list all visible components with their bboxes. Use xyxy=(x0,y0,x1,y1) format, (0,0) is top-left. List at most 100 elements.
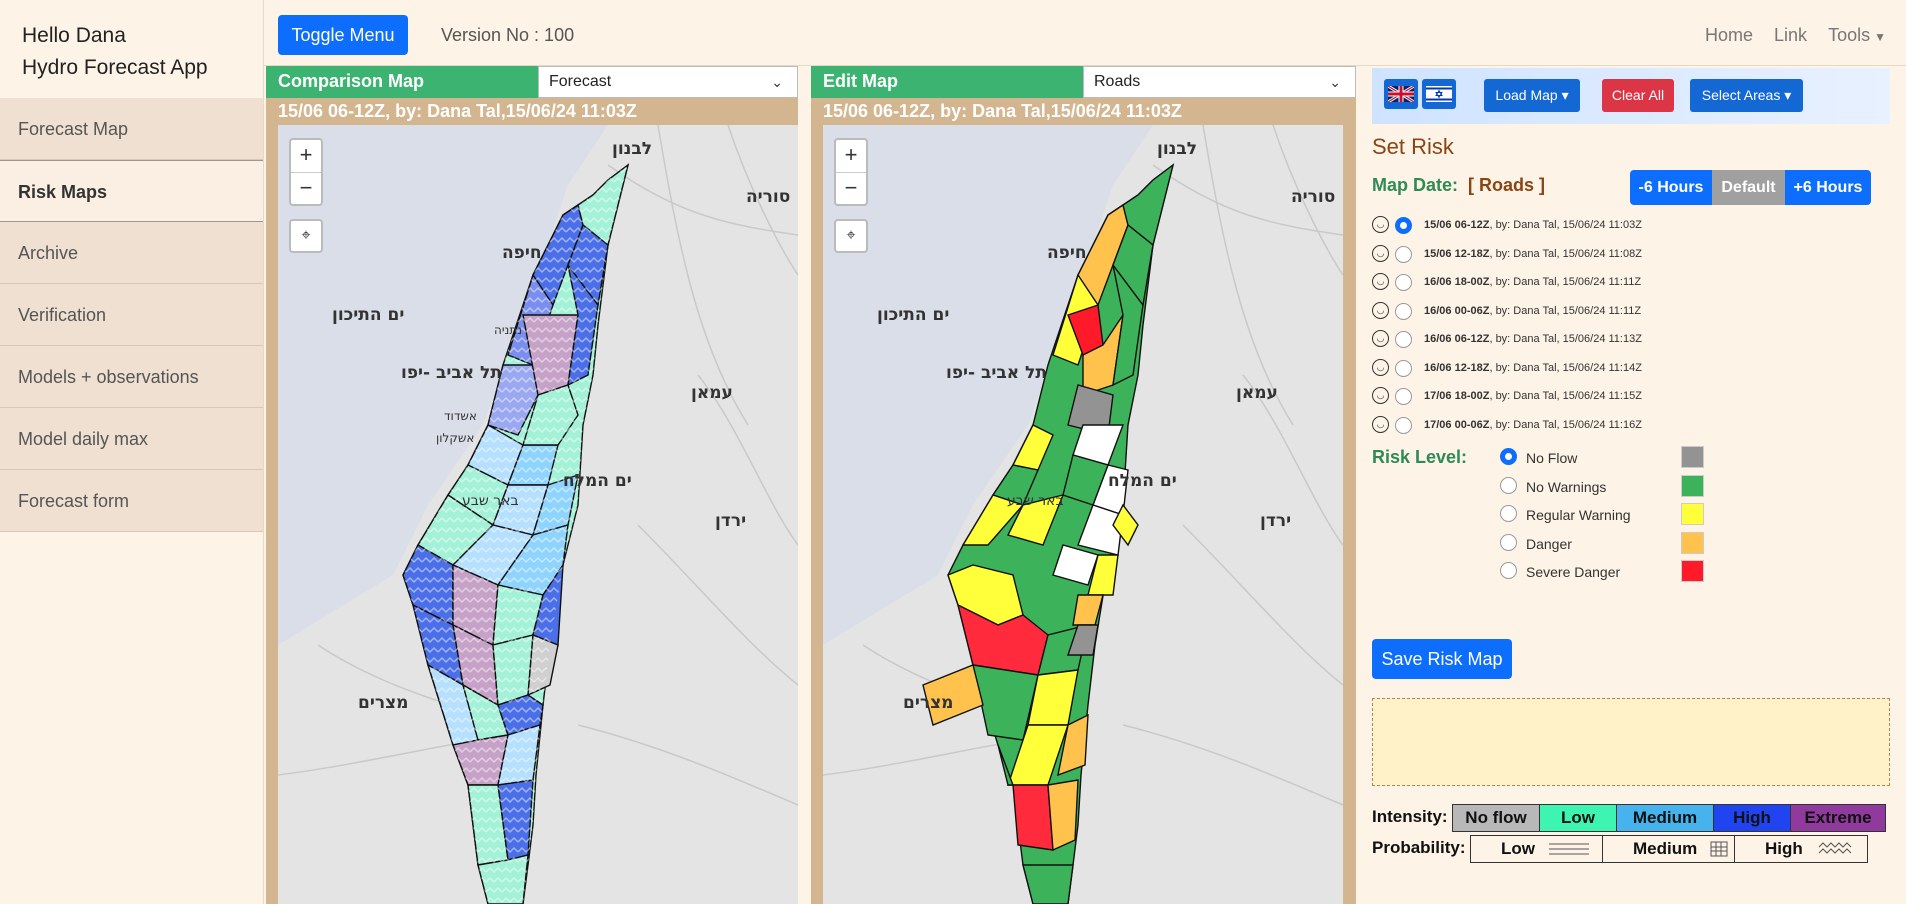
sidebar-item-models-observations[interactable]: Models + observations xyxy=(0,346,263,408)
toggle-menu-button[interactable]: Toggle Menu xyxy=(278,15,408,55)
label-egypt: מצרים xyxy=(358,693,409,713)
nav-link-link[interactable]: Link xyxy=(1774,25,1807,45)
map-author: , by: Dana Tal, 15/06/24 11:16Z xyxy=(1489,418,1642,431)
smiley-icon[interactable]: ◡ xyxy=(1372,387,1389,404)
greeting-user: Hello Dana xyxy=(22,24,126,47)
map-list-item[interactable]: ◡ 16/06 18-00Z, by: Dana Tal, 15/06/24 11… xyxy=(1372,269,1772,298)
map-date: 15/06 xyxy=(1424,219,1452,231)
sidebar-item-forecast-map[interactable]: Forecast Map xyxy=(0,98,263,160)
probability-text: Low xyxy=(1501,839,1535,858)
sidebar-item-verification[interactable]: Verification xyxy=(0,284,263,346)
intensity-legend: No flow Low Medium High Extreme xyxy=(1452,804,1886,832)
map-date-value: [ Roads ] xyxy=(1468,175,1546,195)
tools-label: Tools xyxy=(1828,25,1871,45)
risk-radio[interactable] xyxy=(1500,562,1517,579)
map-author: , by: Dana Tal, 15/06/24 11:14Z xyxy=(1489,361,1642,374)
risk-level-option[interactable]: Regular Warning xyxy=(1500,503,1760,532)
default-hours-button[interactable]: Default xyxy=(1712,170,1785,205)
plus-6-hours-button[interactable]: +6 Hours xyxy=(1785,170,1871,205)
map-date: 16/06 xyxy=(1424,333,1452,345)
map-radio[interactable] xyxy=(1395,274,1412,291)
comparison-map[interactable]: + − ⌖ לבנון סוריה חיפה ים התיכון נתניה ת… xyxy=(278,125,798,904)
sidebar-item-model-daily-max[interactable]: Model daily max xyxy=(0,408,263,470)
nav-tools-dropdown[interactable]: Tools ▼ xyxy=(1828,25,1886,45)
smiley-icon[interactable]: ◡ xyxy=(1372,273,1389,290)
sidebar-item-risk-maps[interactable]: Risk Maps xyxy=(0,160,263,222)
map-list-text: 15/06 06-12Z, by: Dana Tal, 15/06/24 11:… xyxy=(1424,219,1642,231)
zoom-out-button[interactable]: − xyxy=(836,172,866,204)
locate-icon[interactable]: ⌖ xyxy=(834,219,868,253)
map-list-item[interactable]: ◡ 16/06 06-12Z, by: Dana Tal, 15/06/24 11… xyxy=(1372,326,1772,355)
risk-level-option[interactable]: Severe Danger xyxy=(1500,560,1760,589)
sidebar: Hello Dana Hydro Forecast App Forecast M… xyxy=(0,0,264,904)
comparison-map-title: Comparison Map xyxy=(266,66,538,98)
map-list-item[interactable]: ◡ 17/06 18-00Z, by: Dana Tal, 15/06/24 11… xyxy=(1372,383,1772,412)
map-radio[interactable] xyxy=(1395,331,1412,348)
smiley-icon[interactable]: ◡ xyxy=(1372,330,1389,347)
smiley-icon[interactable]: ◡ xyxy=(1372,216,1389,233)
select-areas-dropdown[interactable]: Select Areas ▾ xyxy=(1690,79,1803,112)
risk-level-option[interactable]: Danger xyxy=(1500,531,1760,561)
israel-flag-icon xyxy=(1426,86,1452,102)
map-date: 17/06 xyxy=(1424,390,1452,402)
map-list-item[interactable]: ◡ 17/06 00-06Z, by: Dana Tal, 15/06/24 11… xyxy=(1372,412,1772,441)
map-radio[interactable] xyxy=(1395,359,1412,377)
version-label: Version No : 100 xyxy=(441,25,575,45)
load-map-dropdown[interactable]: Load Map ▾ xyxy=(1484,79,1580,112)
risk-level-option[interactable]: No Warnings xyxy=(1500,474,1760,504)
map-radio[interactable] xyxy=(1395,302,1412,320)
risk-level-text: No Flow xyxy=(1526,450,1578,466)
risk-radio[interactable] xyxy=(1500,505,1517,522)
label-sea: ים התיכון xyxy=(877,305,950,325)
probability-cell: Medium xyxy=(1603,836,1735,862)
english-flag-button[interactable] xyxy=(1384,79,1418,109)
risk-radio[interactable] xyxy=(1500,476,1517,494)
map-author: , by: Dana Tal, 15/06/24 11:08Z xyxy=(1489,247,1642,260)
edit-map[interactable]: + − ⌖ לבנון סוריה חיפה ים התיכון תל אביב… xyxy=(823,125,1343,904)
smiley-icon[interactable]: ◡ xyxy=(1372,415,1389,433)
label-deadsea: ים המלח xyxy=(1108,471,1177,491)
save-risk-map-button[interactable]: Save Risk Map xyxy=(1372,639,1512,679)
comparison-select-value: Forecast xyxy=(549,73,612,90)
map-list-item[interactable]: ◡ 16/06 00-06Z, by: Dana Tal, 15/06/24 11… xyxy=(1372,298,1772,327)
smiley-icon[interactable]: ◡ xyxy=(1372,244,1389,262)
controls-toolbar: Load Map ▾ Clear All Select Areas ▾ xyxy=(1372,68,1890,124)
label-beersheva: באר שבע xyxy=(1007,493,1064,509)
hebrew-flag-button[interactable] xyxy=(1422,79,1456,109)
map-date: 15/06 xyxy=(1424,247,1452,260)
map-list-item[interactable]: ◡ 16/06 12-18Z, by: Dana Tal, 15/06/24 11… xyxy=(1372,355,1772,384)
clear-all-button[interactable]: Clear All xyxy=(1602,79,1674,112)
smiley-icon[interactable]: ◡ xyxy=(1372,301,1389,319)
map-list-text: 16/06 12-18Z, by: Dana Tal, 15/06/24 11:… xyxy=(1424,362,1642,374)
map-radio[interactable] xyxy=(1395,388,1412,405)
map-range: 18-00Z xyxy=(1454,390,1490,402)
zoom-in-button[interactable]: + xyxy=(291,140,321,172)
nav-home-link[interactable]: Home xyxy=(1705,25,1753,45)
sidebar-item-archive[interactable]: Archive xyxy=(0,222,263,284)
smiley-icon[interactable]: ◡ xyxy=(1372,358,1389,376)
risk-level-option[interactable]: No Flow xyxy=(1500,446,1760,475)
map-radio[interactable] xyxy=(1395,245,1412,263)
sidebar-item-forecast-form[interactable]: Forecast form xyxy=(0,470,263,532)
map-radio[interactable] xyxy=(1395,416,1412,434)
minus-6-hours-button[interactable]: -6 Hours xyxy=(1630,170,1712,205)
probability-cell: High xyxy=(1735,836,1867,862)
zoom-out-button[interactable]: − xyxy=(291,172,321,204)
label-ashkelon: אשקלון xyxy=(436,431,475,445)
map-list-item[interactable]: ◡ 15/06 12-18Z, by: Dana Tal, 15/06/24 11… xyxy=(1372,241,1772,270)
risk-level-text: Danger xyxy=(1526,535,1572,552)
label-netanya: נתניה xyxy=(494,323,523,337)
map-list-text: 16/06 00-06Z, by: Dana Tal, 15/06/24 11:… xyxy=(1424,305,1641,317)
edit-map-title: Edit Map xyxy=(811,66,1083,98)
risk-radio[interactable] xyxy=(1500,448,1517,465)
zoom-control: + − xyxy=(834,138,868,206)
probability-legend: Low Medium High xyxy=(1470,835,1868,863)
edit-map-select[interactable]: Roads ⌄ xyxy=(1083,66,1356,98)
zoom-in-button[interactable]: + xyxy=(836,140,866,172)
locate-icon[interactable]: ⌖ xyxy=(289,219,323,253)
map-radio[interactable] xyxy=(1395,217,1412,234)
map-list-item[interactable]: ◡ 15/06 06-12Z, by: Dana Tal, 15/06/24 11… xyxy=(1372,212,1772,241)
risk-radio[interactable] xyxy=(1500,533,1517,551)
risk-color-swatch xyxy=(1681,446,1704,468)
comparison-map-select[interactable]: Forecast ⌄ xyxy=(538,66,798,98)
